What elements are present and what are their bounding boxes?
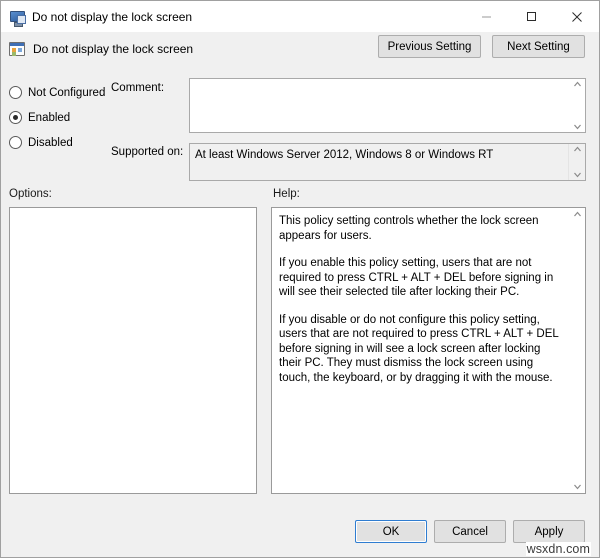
comment-value[interactable] — [190, 79, 569, 132]
action-buttons: OK Cancel Apply — [355, 520, 585, 543]
scroll-up-icon — [573, 81, 582, 87]
supported-on-scrollbar[interactable] — [568, 144, 585, 180]
help-content: This policy setting controls whether the… — [272, 208, 569, 493]
panel-labels: Options: Help: — [1, 185, 599, 207]
setting-header: Do not display the lock screen Previous … — [1, 32, 599, 66]
radio-mark-icon — [9, 86, 22, 99]
panels-area: This policy setting controls whether the… — [1, 207, 599, 511]
minimize-icon[interactable] — [464, 1, 509, 32]
radio-label: Not Configured — [28, 87, 105, 99]
setting-form-area: Not Configured Enabled Disabled Comment:… — [1, 66, 599, 185]
help-label: Help: — [273, 188, 300, 200]
scroll-up-icon — [573, 146, 582, 152]
help-panel: This policy setting controls whether the… — [271, 207, 586, 494]
help-paragraph: If you disable or do not configure this … — [279, 313, 561, 386]
supported-on-field: At least Windows Server 2012, Windows 8 … — [189, 143, 586, 181]
scroll-down-icon — [573, 484, 582, 490]
radio-label: Enabled — [28, 112, 70, 124]
help-scrollbar[interactable] — [569, 208, 585, 493]
radio-mark-icon — [9, 136, 22, 149]
apply-button[interactable]: Apply — [513, 520, 585, 543]
radio-mark-icon — [9, 111, 22, 124]
scroll-up-icon — [573, 211, 582, 217]
ok-button[interactable]: OK — [355, 520, 427, 543]
help-paragraph: This policy setting controls whether the… — [279, 214, 561, 243]
close-icon[interactable] — [554, 1, 599, 32]
scroll-down-icon — [573, 124, 582, 130]
comment-scrollbar[interactable] — [569, 79, 585, 132]
navigation-buttons: Previous Setting Next Setting — [378, 35, 585, 58]
title-bar: Do not display the lock screen — [1, 1, 599, 32]
radio-label: Disabled — [28, 137, 73, 149]
policy-setting-dialog: Do not display the lock screen Do not di… — [0, 0, 600, 558]
cancel-button[interactable]: Cancel — [434, 520, 506, 543]
window-title: Do not display the lock screen — [32, 10, 192, 24]
maximize-icon[interactable] — [509, 1, 554, 32]
comment-label: Comment: — [111, 82, 164, 94]
previous-setting-button[interactable]: Previous Setting — [378, 35, 481, 58]
options-content — [10, 208, 256, 493]
radio-enabled[interactable]: Enabled — [9, 105, 169, 130]
options-label: Options: — [9, 188, 52, 200]
monitor-policy-icon — [9, 9, 25, 25]
policy-setting-icon — [9, 42, 25, 56]
scroll-down-icon — [573, 172, 582, 178]
comment-input[interactable] — [189, 78, 586, 133]
help-paragraph: If you enable this policy setting, users… — [279, 256, 561, 300]
dialog-footer: OK Cancel Apply wsxdn.com — [1, 511, 599, 557]
supported-on-label: Supported on: — [111, 146, 183, 158]
options-panel[interactable] — [9, 207, 257, 494]
window-controls — [464, 1, 599, 32]
next-setting-button[interactable]: Next Setting — [492, 35, 585, 58]
watermark: wsxdn.com — [526, 542, 591, 556]
supported-on-value: At least Windows Server 2012, Windows 8 … — [190, 144, 568, 180]
setting-name: Do not display the lock screen — [33, 42, 193, 56]
